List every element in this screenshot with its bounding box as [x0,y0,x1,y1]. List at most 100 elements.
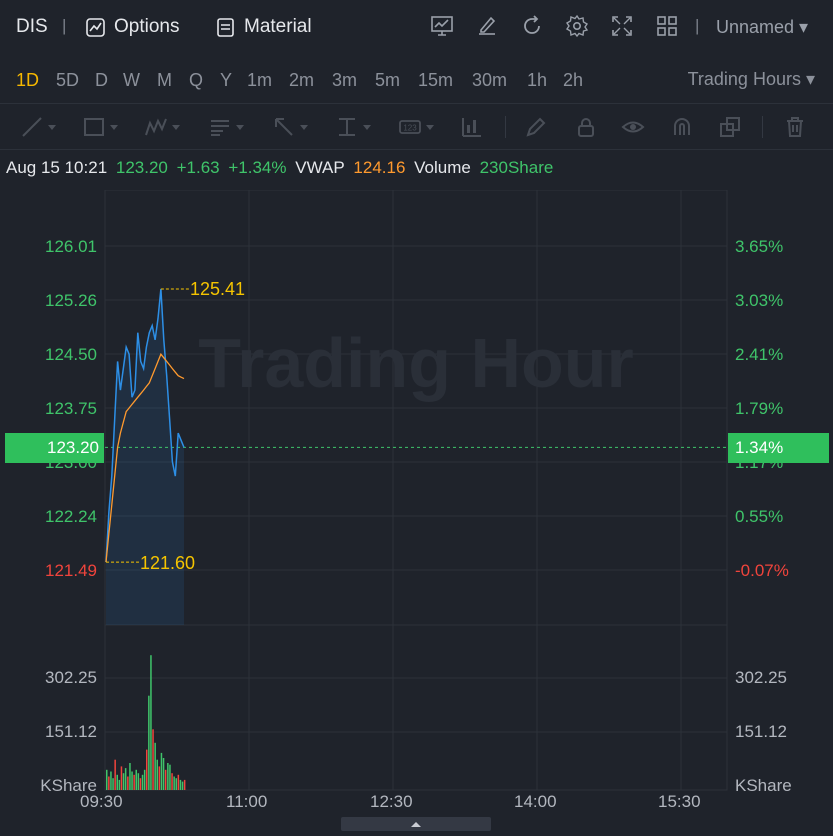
volume-bar [139,778,142,790]
volume-bar [156,759,158,790]
period-5m[interactable]: 5m [375,70,400,91]
price-tick-left: 126.01 [45,237,97,256]
vwap-label: VWAP [295,158,345,177]
period-15m[interactable]: 15m [418,70,453,91]
chevron-up-icon [411,822,421,827]
volume-bar [160,752,163,790]
pct-tick-right: 2.41% [735,345,784,364]
quote-price: 123.20 [115,158,168,177]
volume-bar [158,766,161,790]
current-pct-badge: 1.34% [728,433,829,463]
chart-scroll-handle[interactable] [341,817,491,831]
pattern-icon[interactable] [144,115,180,139]
chart-area[interactable]: Trading Hour 126.01 125.26 124.50 123.75… [0,190,833,833]
pct-tick-right: 0.55% [735,507,784,526]
time-tick: 15:30 [658,792,701,811]
options-icon [86,17,105,37]
volume-bar [127,776,129,790]
reset-icon[interactable] [520,14,544,38]
price-tick-left: 124.50 [45,345,97,364]
volume-bar [148,695,150,790]
period-y[interactable]: Y [220,70,232,91]
volume-bar [108,776,110,790]
chart-canvas[interactable]: Trading Hour [0,190,833,833]
period-1m[interactable]: 1m [247,70,272,91]
period-5d[interactable]: 5D [56,70,79,91]
pct-tick-right: -0.07% [735,561,789,580]
options-label: Options [114,16,180,37]
volume-bar [118,779,121,790]
current-price-badge: 123.20 [5,433,104,463]
material-label: Material [244,16,312,37]
volume-bar [171,773,173,790]
options-menu[interactable]: Options [85,16,179,38]
volume-bar [131,771,133,790]
trading-hours-dropdown[interactable]: Trading Hours ▾ [688,69,815,90]
price-tick-left: 123.75 [45,399,97,418]
volume-bar [141,774,144,790]
measure-icon[interactable] [460,115,484,139]
vwap-value: 124.16 [353,158,406,177]
trend-line-icon[interactable] [20,115,56,139]
draw-edit-icon[interactable] [475,14,499,38]
volume-label: Volume [414,158,471,177]
text-note-icon[interactable] [208,115,244,139]
top-bar: DIS | Options Material | Unnamed ▾ [0,0,833,55]
volume-unit-right: KShare [735,776,792,795]
period-bar: 1D 5D D W M Q Y 1m 2m 3m 5m 15m 30m 1h 2… [0,55,833,104]
quote-change-pct: +1.34% [228,158,287,177]
period-2h[interactable]: 2h [563,70,583,91]
period-30m[interactable]: 30m [472,70,507,91]
period-1d[interactable]: 1D [16,70,39,91]
price-label-icon[interactable]: 123 [398,115,434,139]
period-w[interactable]: W [123,70,140,91]
volume-bar [179,779,182,790]
document-icon [217,17,234,37]
quote-info-line: Aug 15 10:21 123.20 +1.63 +1.34% VWAP 12… [6,158,557,178]
layout-name-dropdown[interactable]: Unnamed ▾ [716,17,808,38]
volume-tick-right: 302.25 [735,668,787,687]
period-2m[interactable]: 2m [289,70,314,91]
period-1h[interactable]: 1h [527,70,547,91]
time-tick: 14:00 [514,792,557,811]
volume-bar [164,769,167,790]
arrow-icon[interactable] [272,115,308,139]
volume-bar [106,769,108,790]
volume-bar [152,729,154,790]
volume-bar [177,774,180,790]
volume-bar [143,769,146,790]
high-price-marker: 125.41 [190,279,246,299]
copy-icon[interactable] [718,115,742,139]
volume-bar [169,764,171,790]
separator: | [62,16,67,35]
rectangle-icon[interactable] [82,115,118,139]
volume-tick-right: 151.12 [735,722,787,741]
volume-bar [135,769,137,790]
volume-bar [181,781,184,790]
settings-icon[interactable] [565,14,589,38]
lock-icon[interactable] [574,115,598,139]
period-d[interactable]: D [95,70,108,91]
volume-bar [137,773,140,790]
price-tick-left: 125.26 [45,291,97,310]
toolbar-divider-2 [762,116,763,138]
visibility-icon[interactable] [621,115,645,139]
period-q[interactable]: Q [189,70,203,91]
fullscreen-icon[interactable] [610,14,634,38]
horizontal-line-icon[interactable] [335,115,371,139]
volume-bar [116,774,118,790]
material-menu[interactable]: Material [215,16,312,38]
brush-icon[interactable] [524,115,548,139]
period-3m[interactable]: 3m [332,70,357,91]
time-tick: 12:30 [370,792,413,811]
volume-bar [173,776,175,790]
pct-tick-right: 3.65% [735,237,784,256]
delete-icon[interactable] [783,115,807,139]
layout-grid-icon[interactable] [655,14,679,38]
time-tick: 09:30 [80,792,123,811]
indicator-icon[interactable] [430,14,454,38]
period-m[interactable]: M [157,70,172,91]
magnet-icon[interactable] [670,115,694,139]
volume-bar [122,773,125,790]
symbol-label[interactable]: DIS [16,16,48,38]
